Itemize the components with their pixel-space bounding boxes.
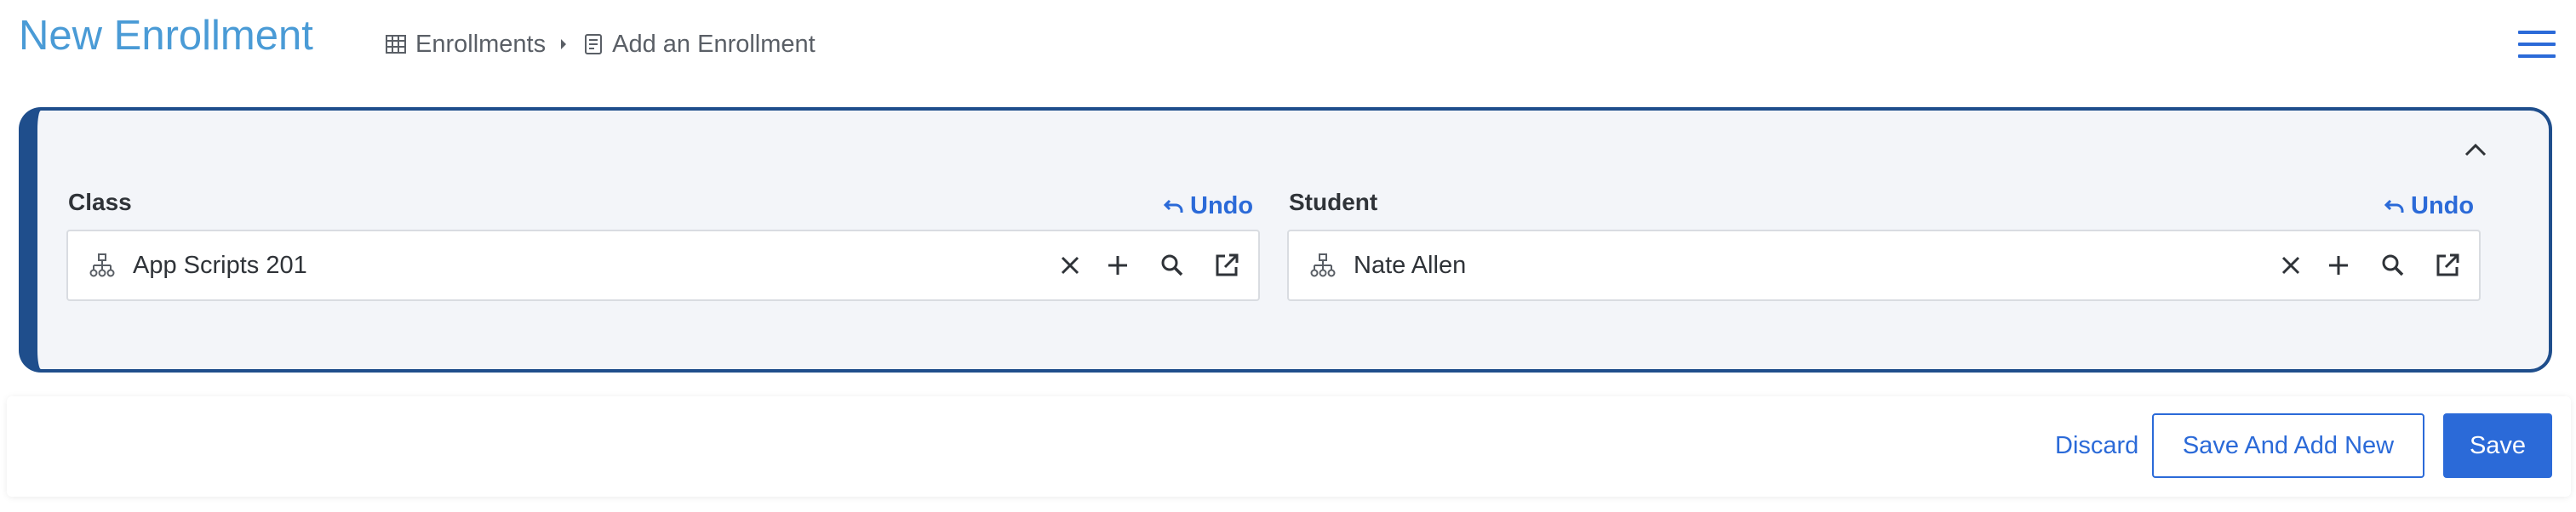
student-field-value: Nate Allen <box>1354 252 1467 279</box>
class-field-label: Class <box>68 189 132 215</box>
add-button[interactable] <box>2319 246 2358 285</box>
open-external-icon <box>2436 253 2459 276</box>
hamburger-menu-icon <box>2518 31 2556 58</box>
breadcrumb-item-add-enrollment: Add an Enrollment <box>583 31 816 59</box>
clear-icon <box>1061 256 1079 275</box>
page-title: New Enrollment <box>19 13 313 59</box>
open-external-button[interactable] <box>1207 246 1246 285</box>
hierarchy-icon <box>83 247 121 284</box>
add-icon <box>1108 256 1127 275</box>
search-icon <box>2382 254 2404 276</box>
save-button[interactable]: Save <box>2443 413 2552 478</box>
search-button[interactable] <box>2373 246 2413 285</box>
class-undo-button[interactable]: Undo <box>1163 191 1253 221</box>
discard-button[interactable]: Discard <box>2043 418 2150 473</box>
hamburger-menu-button[interactable] <box>2516 24 2557 65</box>
undo-label: Undo <box>2411 192 2475 219</box>
undo-label: Undo <box>1190 192 1254 219</box>
chevron-up-icon <box>2464 143 2487 156</box>
clear-icon <box>2281 256 2300 275</box>
undo-icon <box>1163 199 1183 213</box>
search-button[interactable] <box>1153 246 1192 285</box>
add-button[interactable] <box>1098 246 1137 285</box>
class-lookup-field[interactable]: App Scripts 201 <box>66 230 1260 301</box>
open-external-icon <box>1216 253 1239 276</box>
add-icon <box>2329 256 2348 275</box>
breadcrumb-label: Add an Enrollment <box>612 30 816 58</box>
clear-button[interactable] <box>2271 246 2310 285</box>
undo-icon <box>2384 199 2404 213</box>
collapse-panel-button[interactable] <box>2455 129 2496 170</box>
breadcrumb-item-enrollments[interactable]: Enrollments <box>385 31 546 59</box>
class-field-value: App Scripts 201 <box>133 252 307 279</box>
breadcrumb: Enrollments Add an Enrollment <box>385 24 816 65</box>
clear-button[interactable] <box>1050 246 1090 285</box>
hierarchy-icon <box>1304 247 1342 284</box>
breadcrumb-label: Enrollments <box>415 30 547 58</box>
open-external-button[interactable] <box>2428 246 2467 285</box>
search-icon <box>1161 254 1183 276</box>
student-field-label: Student <box>1289 189 1378 215</box>
save-and-add-new-button[interactable]: Save And Add New <box>2152 413 2424 478</box>
caret-right-icon <box>559 38 568 50</box>
form-icon <box>585 34 603 54</box>
student-lookup-field[interactable]: Nate Allen <box>1287 230 2481 301</box>
table-icon <box>386 35 406 54</box>
student-undo-button[interactable]: Undo <box>2384 191 2474 221</box>
